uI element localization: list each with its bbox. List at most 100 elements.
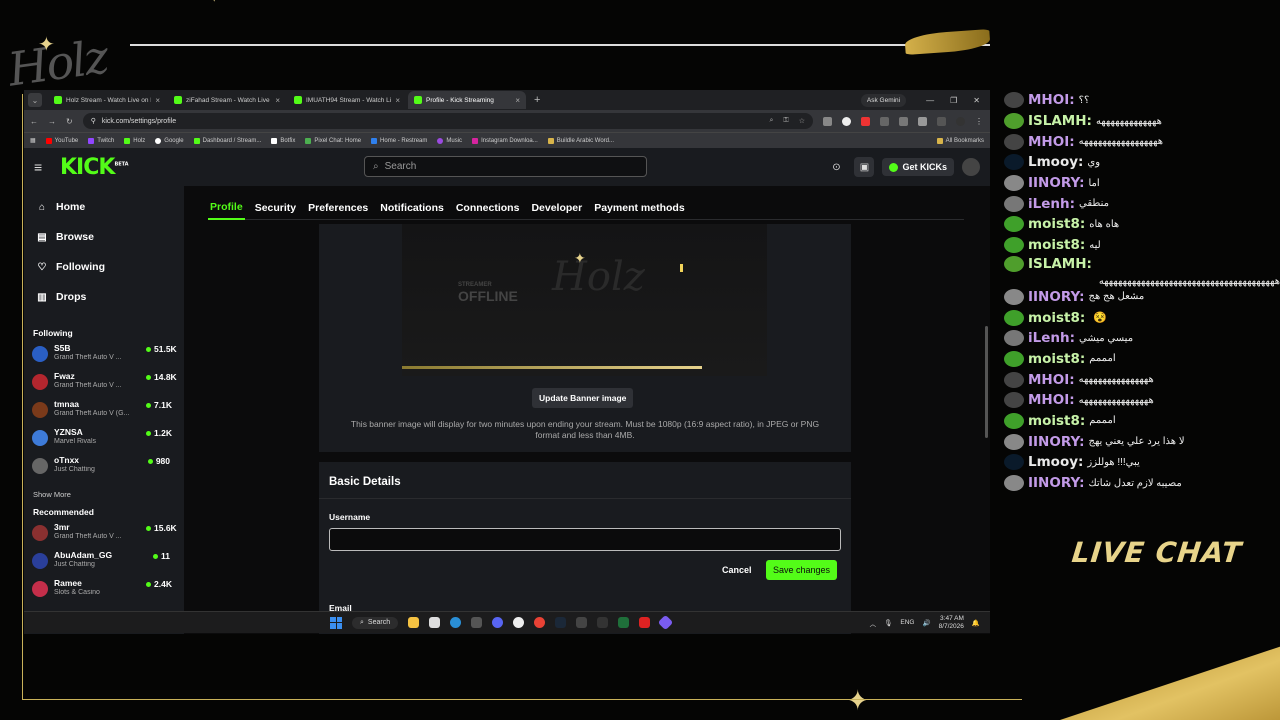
tab-developer[interactable]: Developer bbox=[529, 196, 584, 220]
more-menu-icon[interactable]: ⋮ bbox=[975, 117, 984, 126]
recommended-channel[interactable]: 3mr Grand Theft Auto V ... 15.6K bbox=[32, 522, 184, 551]
mic-icon[interactable]: 🎙 bbox=[884, 619, 892, 627]
bookmark-instagram[interactable]: Instagram Downloa... bbox=[472, 137, 538, 144]
apps-grid-icon[interactable]: ▦ bbox=[30, 137, 36, 144]
dashboard-icon[interactable]: ▣ bbox=[854, 157, 875, 177]
gold-swoosh bbox=[904, 29, 991, 55]
show-more-link[interactable]: Show More bbox=[33, 490, 184, 499]
nav-home[interactable]: ⌂ Home bbox=[32, 192, 184, 222]
recommended-channel[interactable]: Ramee Slots & Casino 2.4K bbox=[32, 578, 184, 607]
notifications-icon[interactable]: ⊙ bbox=[826, 157, 846, 177]
kick-logo[interactable]: KICKBETA bbox=[60, 155, 129, 180]
close-icon[interactable]: × bbox=[395, 96, 400, 105]
browser-tab-active[interactable]: Profile - Kick Streaming × bbox=[408, 91, 526, 109]
bookmark-restream[interactable]: Home - Restream bbox=[371, 137, 427, 144]
nav-drops[interactable]: ▥ Drops bbox=[32, 282, 184, 312]
chevron-up-icon[interactable]: ︿ bbox=[870, 618, 877, 628]
nav-following[interactable]: ♡ Following bbox=[32, 252, 184, 282]
back-icon[interactable]: ← bbox=[30, 117, 38, 126]
tab-preferences[interactable]: Preferences bbox=[306, 196, 370, 220]
tab-notifications[interactable]: Notifications bbox=[378, 196, 446, 220]
bookmark-google[interactable]: Google bbox=[155, 137, 184, 144]
browser-tab[interactable]: ziFahad Stream - Watch Live or × bbox=[168, 91, 286, 109]
chat-username: IINORY: bbox=[1028, 175, 1085, 192]
file-explorer-icon[interactable] bbox=[408, 617, 420, 628]
steam-icon[interactable] bbox=[555, 617, 567, 628]
close-icon[interactable]: × bbox=[275, 96, 280, 105]
maximize-icon[interactable]: ❐ bbox=[950, 96, 957, 105]
notification-bell-icon[interactable]: 🔔 bbox=[972, 619, 980, 627]
extensions-puzzle-icon[interactable] bbox=[899, 116, 908, 126]
bookmark-youtube[interactable]: YouTube bbox=[45, 137, 78, 144]
app-icon[interactable] bbox=[657, 614, 674, 631]
username-input[interactable] bbox=[329, 528, 841, 551]
reload-icon[interactable]: ↻ bbox=[66, 117, 73, 126]
browser-window: ⌄ Holz Stream - Watch Live on Ki × ziFaha… bbox=[24, 90, 990, 634]
taskbar-search[interactable]: ⌕ Search bbox=[352, 616, 399, 629]
following-channel[interactable]: Fwaz Grand Theft Auto V ... 14.8K bbox=[32, 371, 184, 400]
obs-icon[interactable] bbox=[513, 617, 525, 628]
following-channel[interactable]: YZNSA Marvel Rivals 1.2K bbox=[32, 427, 184, 456]
scrollbar[interactable] bbox=[985, 326, 988, 438]
store-icon[interactable] bbox=[429, 617, 441, 628]
zoom-icon[interactable]: ⌕ bbox=[769, 117, 773, 125]
chrome-icon[interactable] bbox=[534, 617, 546, 628]
browser-tab[interactable]: Holz Stream - Watch Live on Ki × bbox=[48, 91, 166, 109]
site-info-icon[interactable]: ⚲ bbox=[91, 117, 96, 125]
sidebar-icon[interactable] bbox=[937, 116, 946, 126]
download-icon[interactable] bbox=[918, 116, 927, 126]
tab-connections[interactable]: Connections bbox=[454, 196, 522, 220]
all-bookmarks[interactable]: All Bookmarks bbox=[936, 137, 984, 144]
cancel-button[interactable]: Cancel bbox=[722, 565, 752, 575]
extension-icon[interactable] bbox=[880, 116, 889, 126]
discord-icon[interactable] bbox=[492, 617, 504, 628]
forward-icon[interactable]: → bbox=[48, 117, 56, 126]
new-tab-icon[interactable]: + bbox=[528, 94, 546, 106]
bookmark-pixelchat[interactable]: Pixel Chat: Home bbox=[305, 137, 361, 144]
language-indicator[interactable]: ENG bbox=[900, 619, 914, 626]
app-icon[interactable] bbox=[576, 617, 588, 628]
following-channel[interactable]: tmnaa Grand Theft Auto V (G... 7.1K bbox=[32, 399, 184, 428]
bookmark-music[interactable]: Music bbox=[437, 137, 462, 144]
app-icon[interactable] bbox=[639, 617, 651, 628]
profile-avatar-icon[interactable] bbox=[956, 116, 965, 126]
minimize-icon[interactable]: — bbox=[926, 96, 934, 105]
close-icon[interactable]: × bbox=[155, 96, 160, 105]
update-banner-button[interactable]: Update Banner image bbox=[532, 388, 634, 408]
url-field[interactable]: ⚲ kick.com/settings/profile ⌕ ⚿ ☆ bbox=[82, 113, 813, 129]
bookmark-twitch[interactable]: Twitch bbox=[88, 137, 114, 144]
bookmark-holz[interactable]: Holz bbox=[124, 137, 145, 144]
extension-icon[interactable] bbox=[861, 116, 870, 126]
following-channel[interactable]: S5B Grand Theft Auto V ... 51.5K bbox=[32, 343, 184, 372]
hamburger-menu-icon[interactable]: ≡ bbox=[34, 159, 56, 175]
close-icon[interactable]: × bbox=[515, 96, 520, 105]
browser-tab[interactable]: IMUATH94 Stream - Watch Live × bbox=[288, 91, 406, 109]
clock[interactable]: 3:47 AM 8/7/2026 bbox=[939, 615, 964, 631]
bookmark-botfix[interactable]: Botfix bbox=[271, 137, 295, 144]
windows-start-icon[interactable] bbox=[330, 616, 342, 629]
search-input[interactable]: ⌕ Search bbox=[364, 156, 647, 177]
app-icon[interactable] bbox=[618, 617, 630, 628]
bookmark-star-icon[interactable]: ☆ bbox=[799, 117, 805, 125]
recommended-channel[interactable]: AbuAdam_GG Just Chatting 11 bbox=[32, 550, 184, 579]
extension-icon[interactable] bbox=[842, 116, 851, 126]
following-channel[interactable]: oTnxx Just Chatting 980 bbox=[32, 455, 184, 484]
user-avatar[interactable] bbox=[962, 158, 980, 176]
ask-gemini-button[interactable]: Ask Gemini bbox=[860, 93, 907, 107]
tab-profile[interactable]: Profile bbox=[208, 196, 245, 220]
tab-payment-methods[interactable]: Payment methods bbox=[592, 196, 686, 220]
app-icon[interactable] bbox=[597, 617, 609, 628]
get-kicks-button[interactable]: Get KICKs bbox=[882, 158, 954, 176]
nav-browse[interactable]: ▤ Browse bbox=[32, 222, 184, 252]
close-window-icon[interactable]: ✕ bbox=[973, 96, 980, 105]
password-key-icon[interactable]: ⚿ bbox=[783, 117, 788, 125]
app-icon[interactable] bbox=[471, 617, 483, 628]
tab-search-icon[interactable]: ⌄ bbox=[28, 93, 42, 107]
edge-icon[interactable] bbox=[450, 617, 462, 628]
save-changes-button[interactable]: Save changes bbox=[766, 560, 838, 580]
tab-security[interactable]: Security bbox=[253, 196, 298, 220]
mute-extension-icon[interactable] bbox=[823, 116, 832, 126]
bookmark-dashboard[interactable]: Dashboard / Stream... bbox=[193, 137, 261, 144]
bookmark-buildle[interactable]: Buildle Arabic Word... bbox=[547, 137, 614, 144]
volume-icon[interactable]: 🔊 bbox=[923, 619, 931, 627]
